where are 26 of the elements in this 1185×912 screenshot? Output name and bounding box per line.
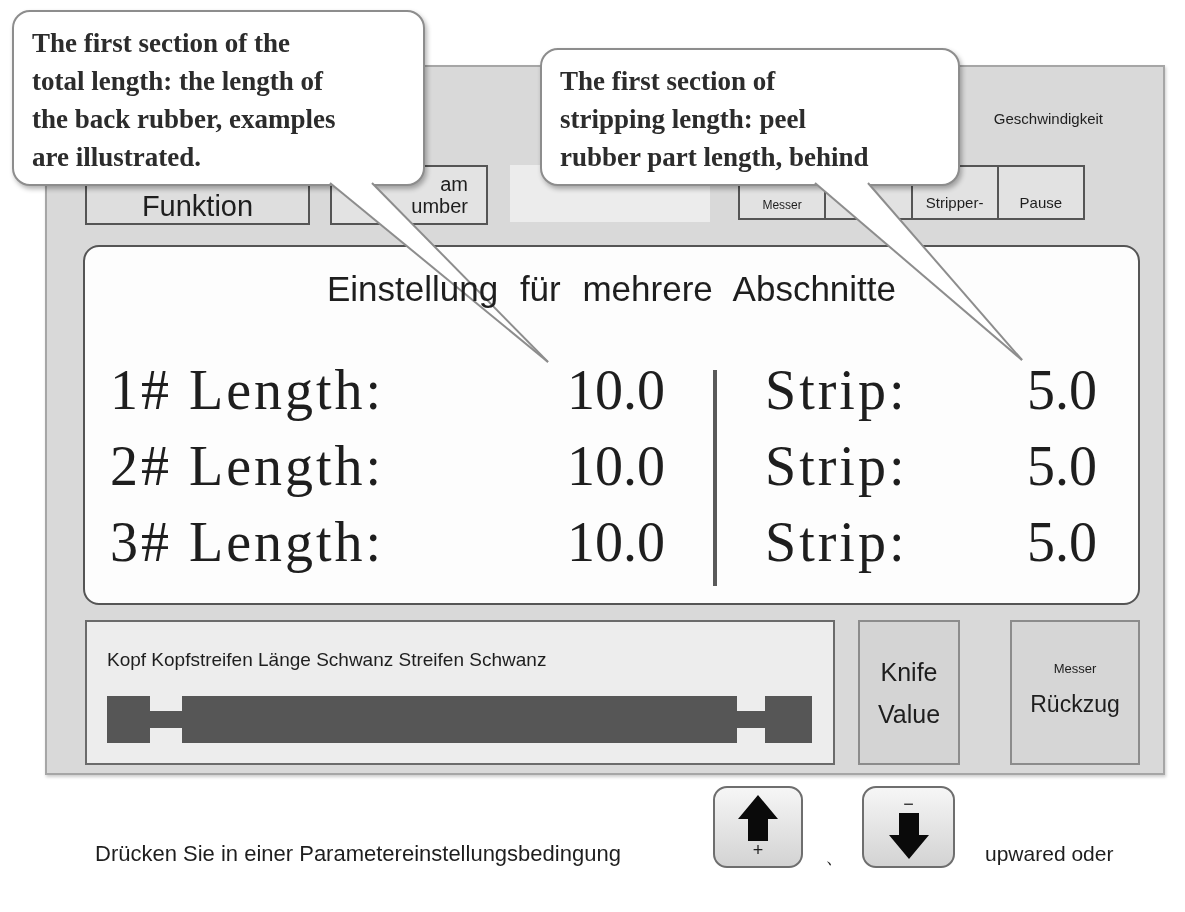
up-arrow-icon — [738, 795, 778, 841]
length-label: 3# Length: — [110, 512, 385, 572]
diagram-caption: Kopf Kopfstreifen Länge Schwanz Streifen Schwanz — [107, 648, 547, 672]
strip-label: Strip: — [765, 512, 908, 572]
length-value[interactable]: 10.0 — [567, 436, 665, 496]
mode-button[interactable]: Pause — [996, 167, 1083, 218]
length-value[interactable]: 10.0 — [567, 360, 665, 420]
strip-value[interactable]: 5.0 — [1027, 360, 1097, 420]
callout-text: The first section of stripping length: peel rubber part length, behind — [560, 65, 870, 174]
length-label: 2# Length: — [110, 436, 385, 496]
panel-title: Einstellung für mehrere Abschnitte — [326, 268, 897, 310]
length-value[interactable]: 10.0 — [567, 512, 665, 572]
instruction-text: upwared oder — [985, 841, 1114, 867]
strip-value[interactable]: 5.0 — [1027, 436, 1097, 496]
down-key[interactable]: − — [862, 786, 955, 868]
knife-value-button[interactable]: Knife Value — [858, 620, 960, 765]
length-label: 1# Length: — [110, 360, 385, 420]
speed-label: Geschwindigkeit — [993, 110, 1103, 128]
separator-text: 、 — [825, 844, 845, 868]
up-key[interactable]: + — [713, 786, 803, 868]
instruction-text: Drücken Sie in einer Parametereinstellungsbedingung — [95, 841, 621, 867]
strip-label: Strip: — [765, 436, 908, 496]
strip-label: Strip: — [765, 360, 908, 420]
knife-retract-button[interactable]: Messer Rückzug — [1010, 620, 1140, 765]
strip-value[interactable]: 5.0 — [1027, 512, 1097, 572]
down-arrow-icon — [888, 813, 929, 859]
